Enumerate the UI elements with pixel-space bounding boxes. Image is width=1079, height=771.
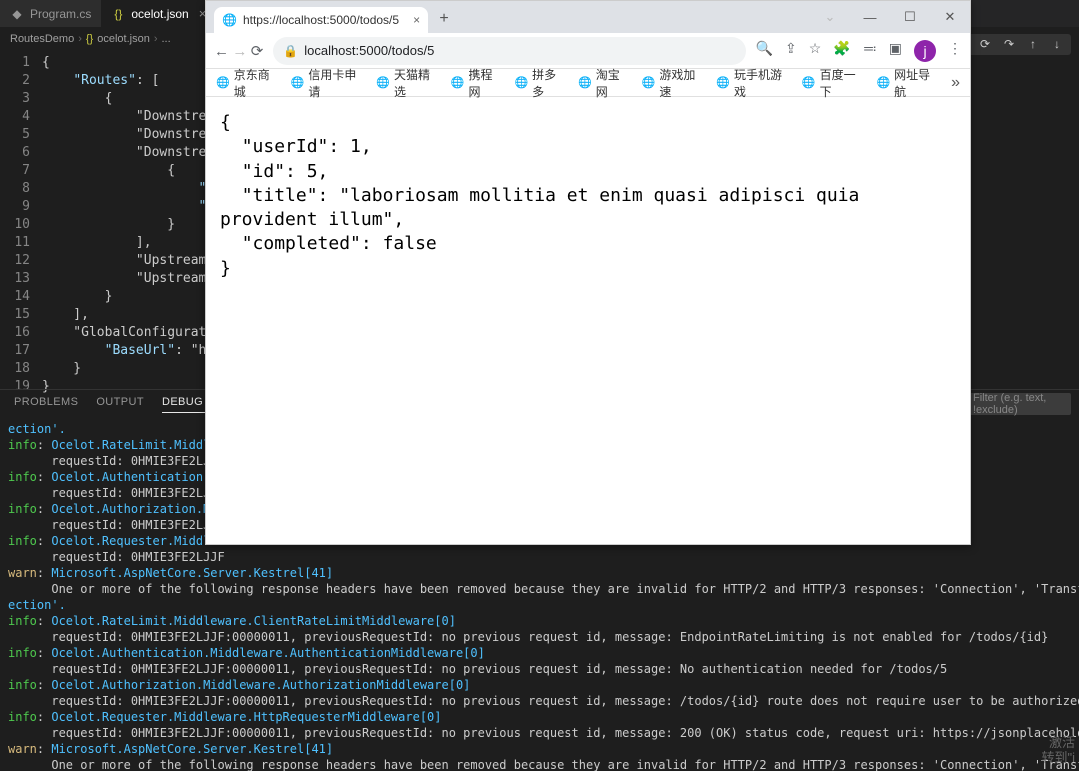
nav-buttons: ← → ⟳ [214, 42, 263, 60]
step-over-icon[interactable]: ↷ [1001, 37, 1017, 52]
tab-problems[interactable]: PROBLEMS [14, 396, 78, 413]
json-body: { "userId": 1, "id": 5, "title": "labori… [220, 111, 956, 281]
console-line: ection'. [8, 597, 1071, 613]
browser-toolbar: ← → ⟳ 🔒 localhost:5000/todos/5 🔍 ⇪ ☆ 🧩 ≕… [206, 33, 970, 69]
bookmark-label: 玩手机游戏 [734, 66, 788, 100]
bookmark-item[interactable]: 🌐 百度一下 [802, 66, 863, 100]
restart-icon[interactable]: ⟳ [977, 37, 993, 52]
console-line: requestId: 0HMIE3FE2LJJF:00000011, previ… [8, 661, 1071, 677]
globe-icon: 🌐 [376, 76, 390, 90]
globe-icon: 🌐 [216, 76, 230, 90]
chevron-right-icon: › [154, 33, 158, 45]
star-icon[interactable]: ☆ [809, 40, 822, 62]
maximize-icon[interactable]: ☐ [890, 1, 930, 33]
line-gutter: 12345678910111213141516171819 [0, 50, 42, 389]
bookmark-label: 游戏加速 [659, 66, 702, 100]
globe-icon: 🌐 [716, 76, 730, 90]
console-line: requestId: 0HMIE3FE2LJJF:00000011, previ… [8, 725, 1071, 741]
bookmark-label: 京东商城 [234, 66, 277, 100]
bookmark-item[interactable]: 🌐 天猫精选 [376, 66, 437, 100]
console-line: One or more of the following response he… [8, 581, 1071, 597]
console-line: warn: Microsoft.AspNetCore.Server.Kestre… [8, 741, 1071, 757]
more-icon[interactable]: » [951, 74, 960, 92]
minimize-icon[interactable]: — [850, 1, 890, 33]
bookmark-label: 百度一下 [820, 66, 863, 100]
bookmark-item[interactable]: 🌐信用卡申请 [291, 66, 363, 100]
menu-icon[interactable]: ⋮ [948, 40, 962, 62]
bookmark-item[interactable]: 🌐 拼多多 [514, 66, 564, 100]
bookmark-label: 携程网 [469, 66, 501, 100]
tab-output[interactable]: OUTPUT [96, 396, 144, 413]
bookmark-item[interactable]: 🌐 携程网 [451, 66, 501, 100]
window-controls: ⌄ — ☐ ✕ [810, 1, 970, 33]
browser-tab[interactable]: 🌐 https://localhost:5000/todos/5 × [214, 7, 428, 33]
browser-tab-title: https://localhost:5000/todos/5 [243, 13, 399, 27]
address-bar[interactable]: 🔒 localhost:5000/todos/5 [273, 37, 745, 65]
tab-label: Program.cs [30, 7, 91, 21]
bookmark-item[interactable]: 🌐 玩手机游戏 [716, 66, 788, 100]
panel-icon[interactable]: ▣ [889, 40, 902, 62]
bookmark-label: 拼多多 [532, 66, 564, 100]
share-icon[interactable]: ⇪ [785, 40, 797, 62]
reading-list-icon[interactable]: ≕ [863, 40, 877, 62]
browser-actions: 🔍 ⇪ ☆ 🧩 ≕ ▣ j ⋮ [756, 40, 962, 62]
url-text: localhost:5000/todos/5 [304, 43, 434, 58]
csharp-icon: ◆ [10, 7, 24, 21]
chevron-right-icon: › [78, 33, 82, 45]
json-icon: {} [111, 7, 125, 21]
browser-window: 🌐 https://localhost:5000/todos/5 × + ⌄ —… [205, 0, 971, 545]
globe-icon: 🌐 [222, 13, 237, 27]
breadcrumb-item[interactable]: RoutesDemo [10, 33, 74, 45]
zoom-icon[interactable]: 🔍 [756, 40, 773, 62]
tab-label: ocelot.json [131, 7, 188, 21]
console-line: info: Ocelot.Authentication.Middleware.A… [8, 645, 1071, 661]
bookmark-label: 信用卡申请 [308, 66, 362, 100]
console-line: requestId: 0HMIE3FE2LJJF:00000011, previ… [8, 629, 1071, 645]
globe-icon: 🌐 [451, 76, 465, 90]
bookmark-label: 网址导航 [894, 66, 937, 100]
console-line: One or more of the following response he… [8, 757, 1071, 771]
bookmarks-bar: 🌐京东商城🌐信用卡申请🌐天猫精选🌐携程网🌐拼多多🌐淘宝网🌐游戏加速🌐玩手机游戏🌐… [206, 69, 970, 97]
console-line: info: Ocelot.RateLimit.Middleware.Client… [8, 613, 1071, 629]
back-icon[interactable]: ← [214, 43, 229, 60]
new-tab-button[interactable]: + [432, 7, 456, 31]
console-line: requestId: 0HMIE3FE2LJJF:00000011, previ… [8, 693, 1071, 709]
bookmark-item[interactable]: 🌐 网址导航 [876, 66, 937, 100]
bookmark-label: 天猫精选 [394, 66, 437, 100]
forward-icon[interactable]: → [232, 43, 247, 60]
close-icon[interactable]: × [413, 13, 420, 27]
bookmark-label: 淘宝网 [596, 66, 628, 100]
reload-icon[interactable]: ⟳ [251, 43, 264, 60]
tab-program[interactable]: ◆ Program.cs [0, 0, 101, 27]
bookmark-item[interactable]: 🌐游戏加速 [642, 66, 703, 100]
extensions-icon[interactable]: 🧩 [833, 40, 850, 62]
step-out-icon[interactable]: ↓ [1049, 37, 1065, 52]
console-line: requestId: 0HMIE3FE2LJJF eholder.typicod… [8, 549, 1071, 565]
globe-icon: 🌐 [802, 76, 816, 90]
breadcrumb-item[interactable]: ... [162, 33, 171, 45]
step-in-icon[interactable]: ↑ [1025, 37, 1041, 52]
console-line: warn: Microsoft.AspNetCore.Server.Kestre… [8, 565, 1071, 581]
page-content: { "userId": 1, "id": 5, "title": "labori… [206, 97, 970, 544]
console-filter[interactable]: Filter (e.g. text, !exclude) [967, 393, 1071, 415]
tab-ocelot[interactable]: {} ocelot.json × [101, 0, 216, 27]
console-line: info: Ocelot.Requester.Middleware.HttpRe… [8, 709, 1071, 725]
lock-icon: 🔒 [283, 44, 298, 58]
chevron-down-icon[interactable]: ⌄ [810, 1, 850, 33]
console-line: info: Ocelot.Authorization.Middleware.Au… [8, 677, 1071, 693]
browser-titlebar: 🌐 https://localhost:5000/todos/5 × + ⌄ —… [206, 1, 970, 33]
globe-icon: 🌐 [578, 76, 592, 90]
close-icon[interactable]: ✕ [930, 1, 970, 33]
globe-icon: 🌐 [642, 76, 656, 90]
globe-icon: 🌐 [291, 76, 305, 90]
bookmark-item[interactable]: 🌐 京东商城 [216, 66, 277, 100]
avatar[interactable]: j [914, 40, 936, 62]
breadcrumb-item[interactable]: ocelot.json [97, 33, 150, 45]
bookmark-item[interactable]: 🌐 淘宝网 [578, 66, 628, 100]
globe-icon: 🌐 [876, 76, 890, 90]
globe-icon: 🌐 [514, 76, 528, 90]
